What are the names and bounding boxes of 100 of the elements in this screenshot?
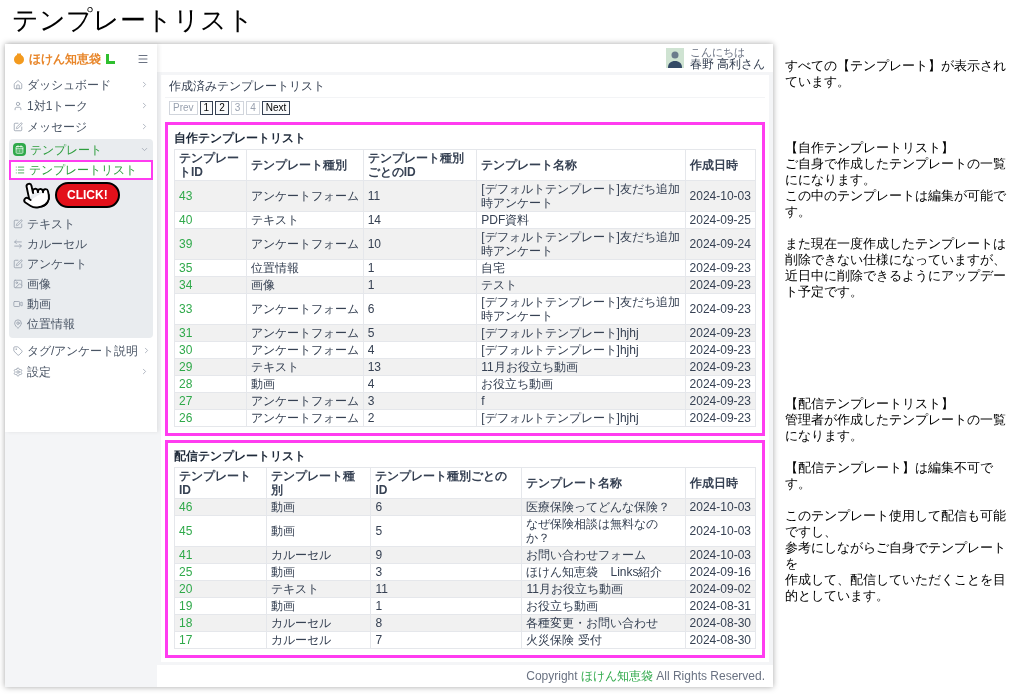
table-cell: 2024-10-03 (685, 546, 756, 564)
table-cell: アンケートフォーム (246, 324, 364, 342)
edit-icon (13, 219, 23, 229)
note-text: この中のテンプレートは編集が可能です。 (785, 188, 1007, 220)
template-id-link[interactable]: 20 (179, 582, 193, 596)
section-title: 配信テンプレートリスト (174, 448, 307, 465)
table-cell: 2024-09-23 (685, 276, 756, 294)
table-cell: 火災保険 受付 (522, 631, 686, 649)
table-cell: [デフォルトテンプレート]友だち追加時アンケート (476, 293, 686, 325)
map-pin-icon (13, 319, 23, 329)
template-id-link[interactable]: 26 (179, 411, 193, 425)
menu-icon[interactable] (137, 53, 149, 65)
table-cell: テキスト (266, 580, 371, 598)
settings-icon (13, 366, 23, 377)
template-id-link[interactable]: 29 (179, 360, 193, 374)
template-id-link[interactable]: 35 (179, 261, 193, 275)
submenu-item[interactable]: 位置情報 (9, 314, 153, 334)
table-cell: 13 (363, 358, 477, 376)
sidebar-item[interactable]: タグ/アンケート説明 (9, 340, 153, 361)
table-cell: 6 (363, 293, 477, 325)
submenu-item[interactable]: テンプレートリスト (9, 160, 153, 180)
submenu-item[interactable]: 画像 (9, 274, 153, 294)
section-title: 自作テンプレートリスト (174, 130, 307, 147)
template-id-link[interactable]: 25 (179, 565, 193, 579)
table-cell: 動画 (246, 375, 364, 393)
note-text: 管理者が作成したテンプレートの一覧になります。 (785, 412, 1007, 444)
template-id-link[interactable]: 34 (179, 278, 193, 292)
column-header: テンプレート名称 (522, 467, 686, 499)
table-cell: [デフォルトテンプレート]hjhj (476, 341, 686, 359)
greeting-text: こんにちは (689, 46, 746, 58)
template-id-link[interactable]: 33 (179, 302, 193, 316)
table-cell: 2024-08-30 (685, 631, 756, 649)
table-cell: 2024-09-25 (685, 211, 756, 229)
sidebar-item[interactable]: テンプレート (9, 139, 153, 160)
table-cell: 1 (370, 597, 522, 615)
pagination-button[interactable]: 2 (215, 101, 229, 115)
edit-icon (13, 121, 23, 132)
arrows-icon (13, 239, 23, 249)
table-cell: 5 (370, 515, 522, 547)
calendar-icon (13, 143, 26, 156)
table-cell: お役立ち動画 (522, 597, 686, 615)
column-header: 作成日時 (685, 149, 756, 181)
table-cell: なぜ保険相談は無料なのか？ (522, 515, 686, 547)
note-text: 【配信テンプレート】は編集不可です。 (785, 460, 994, 492)
template-id-link[interactable]: 27 (179, 394, 193, 408)
template-id-link[interactable]: 19 (179, 599, 193, 613)
table-cell: 2024-09-02 (685, 580, 756, 598)
table-cell: 7 (370, 631, 522, 649)
table-cell: お役立ち動画 (476, 375, 686, 393)
template-id-link[interactable]: 39 (179, 237, 193, 251)
column-header: テンプレート種別ごとのID (370, 467, 522, 499)
table-cell: 11 (363, 180, 477, 212)
logo-icon (13, 53, 25, 65)
column-header: テンプレート種別ごとのID (363, 149, 477, 181)
logo-text: ほけん知恵袋 (29, 51, 101, 68)
table-cell: 2024-09-23 (685, 341, 756, 359)
table-cell: 2024-10-03 (685, 498, 756, 516)
table-cell: 動画 (266, 597, 371, 615)
chevron-icon (140, 145, 149, 154)
footer: Copyright ほけん知恵袋 All Rights Reserved. (157, 665, 773, 687)
table-cell: テスト (476, 276, 686, 294)
sidebar-item[interactable]: 設定 (9, 361, 153, 382)
template-id-link[interactable]: 45 (179, 524, 193, 538)
table-cell: 画像 (246, 276, 364, 294)
template-id-link[interactable]: 18 (179, 616, 193, 630)
sidebar-item[interactable]: メッセージ (9, 116, 153, 137)
template-id-link[interactable]: 40 (179, 213, 193, 227)
table-cell: 5 (363, 324, 477, 342)
template-id-link[interactable]: 31 (179, 326, 193, 340)
table-cell: 4 (363, 375, 477, 393)
template-id-link[interactable]: 43 (179, 189, 193, 203)
table-cell: 1 (363, 276, 477, 294)
template-id-link[interactable]: 41 (179, 548, 193, 562)
table-cell: 3 (363, 392, 477, 410)
table-cell: 3 (370, 563, 522, 581)
table-cell: 11月お役立ち動画 (522, 580, 686, 598)
table-cell: 2024-10-03 (685, 180, 756, 212)
click-callout: CLICK! (55, 182, 120, 208)
chevron-icon (140, 80, 149, 89)
logo-mark-icon (105, 53, 116, 65)
submenu-item[interactable]: アンケート (9, 254, 153, 274)
template-id-link[interactable]: 28 (179, 377, 193, 391)
table-cell: カルーセル (266, 546, 371, 564)
note-text: ご自身で作成したテンプレートの一覧にになります。 (785, 156, 1007, 188)
template-id-link[interactable]: 17 (179, 633, 193, 647)
submenu-item[interactable]: 動画 (9, 294, 153, 314)
table-cell: 2024-09-23 (685, 409, 756, 427)
table-cell: 2024-09-16 (685, 563, 756, 581)
brand-link[interactable]: ほけん知恵袋 (580, 669, 653, 683)
template-id-link[interactable]: 30 (179, 343, 193, 357)
pagination-button[interactable]: 1 (199, 101, 214, 115)
submenu-item[interactable]: テキスト (9, 214, 153, 234)
sidebar-item[interactable]: 1対1トーク (9, 95, 153, 116)
table-cell: 1 (363, 259, 477, 277)
submenu-item[interactable]: カルーセル (9, 234, 153, 254)
table-cell: 14 (363, 211, 477, 229)
tag-icon (13, 345, 23, 356)
sidebar-item[interactable]: ダッシュボード (9, 74, 153, 95)
pagination-button[interactable]: Next (261, 101, 291, 115)
template-id-link[interactable]: 46 (179, 500, 193, 514)
